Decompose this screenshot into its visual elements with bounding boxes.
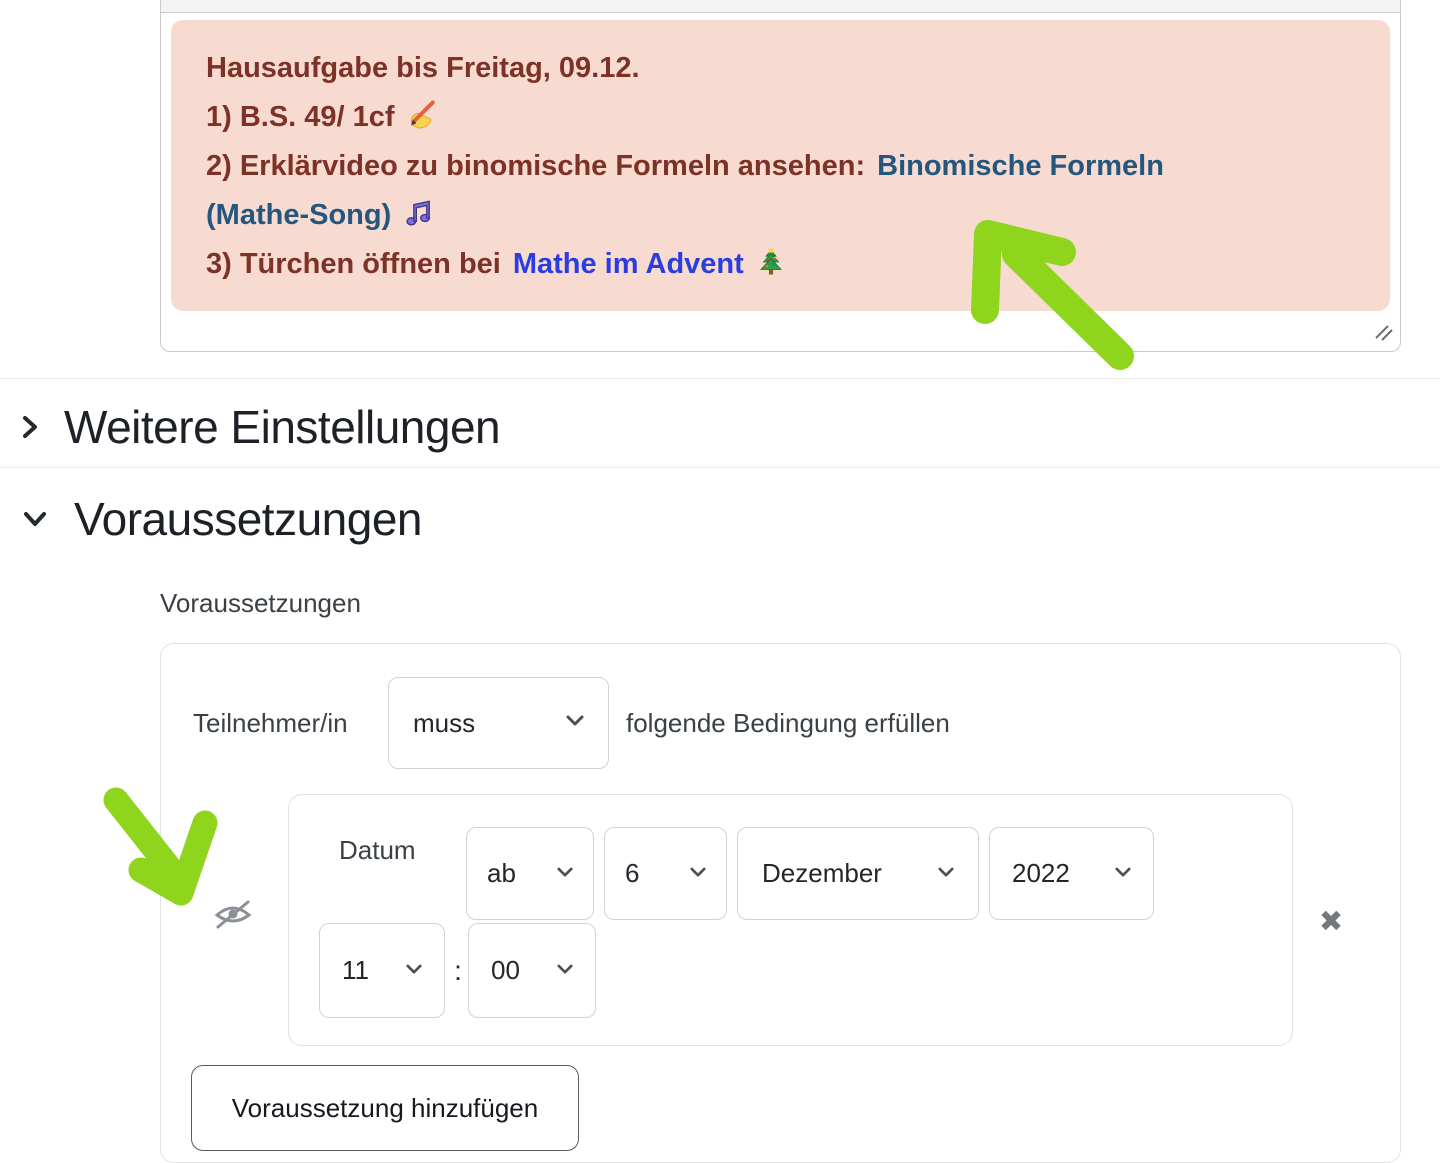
homework-item-1: 1) B.S. 49/ 1cf (206, 93, 1370, 142)
divider (0, 378, 1440, 379)
christmas-tree-icon (756, 252, 786, 284)
chevron-down-icon (1115, 865, 1131, 883)
chevron-down-icon (20, 508, 50, 530)
month-select[interactable]: Dezember (737, 827, 979, 920)
chevron-down-icon (406, 962, 422, 980)
date-condition-box: Datum ab 6 Dezember 2022 11 : 00 (288, 794, 1293, 1046)
binomische-formeln-link[interactable]: Binomische Formeln (877, 150, 1164, 182)
homework-note-box: Hausaufgabe bis Freitag, 09.12. 1) B.S. … (171, 20, 1390, 311)
writing-hand-icon (407, 105, 439, 137)
homework-title: Hausaufgabe bis Freitag, 09.12. (206, 44, 1370, 93)
editor-toolbar-remnant (160, 0, 1401, 13)
add-restriction-button[interactable]: Voraussetzung hinzufügen (191, 1065, 579, 1151)
homework-item-2-cont: (Mathe-Song) (206, 191, 1370, 240)
operator-select[interactable]: muss (388, 677, 609, 769)
musical-notes-icon (403, 203, 433, 235)
chevron-down-icon (566, 714, 584, 732)
chevron-down-icon (938, 865, 954, 883)
resize-handle-icon[interactable] (1374, 324, 1394, 347)
time-separator: : (448, 955, 468, 987)
section-title: Voraussetzungen (74, 492, 422, 546)
chevron-down-icon (557, 865, 573, 883)
condition-type-label: Datum (339, 835, 416, 866)
homework-item-3: 3) Türchen öffnen beiMathe im Advent (206, 240, 1370, 289)
divider (0, 467, 1440, 468)
section-title: Weitere Einstellungen (64, 400, 500, 454)
section-weitere-einstellungen[interactable]: Weitere Einstellungen (0, 392, 1440, 462)
mathe-im-advent-link[interactable]: Mathe im Advent (513, 248, 744, 280)
restrictions-field-label: Voraussetzungen (160, 588, 361, 619)
restriction-prefix-label: Teilnehmer/in (193, 677, 348, 769)
section-voraussetzungen[interactable]: Voraussetzungen (0, 484, 1440, 554)
date-direction-select[interactable]: ab (466, 827, 594, 920)
day-select[interactable]: 6 (604, 827, 727, 920)
chevron-right-icon (20, 412, 40, 442)
chevron-down-icon (557, 962, 573, 980)
homework-item-2: 2) Erklärvideo zu binomische Formeln ans… (206, 142, 1370, 191)
restriction-suffix-label: folgende Bedingung erfüllen (626, 677, 950, 769)
minute-select[interactable]: 00 (468, 923, 596, 1018)
mathe-song-link[interactable]: (Mathe-Song) (206, 199, 391, 231)
eye-slash-icon[interactable] (213, 897, 253, 936)
year-select[interactable]: 2022 (989, 827, 1154, 920)
editor-content-area[interactable]: Hausaufgabe bis Freitag, 09.12. 1) B.S. … (160, 13, 1401, 352)
delete-condition-button[interactable]: ✖ (1311, 901, 1351, 941)
chevron-down-icon (690, 865, 706, 883)
hour-select[interactable]: 11 (319, 923, 445, 1018)
restrictions-panel: Teilnehmer/in muss folgende Bedingung er… (160, 643, 1401, 1163)
